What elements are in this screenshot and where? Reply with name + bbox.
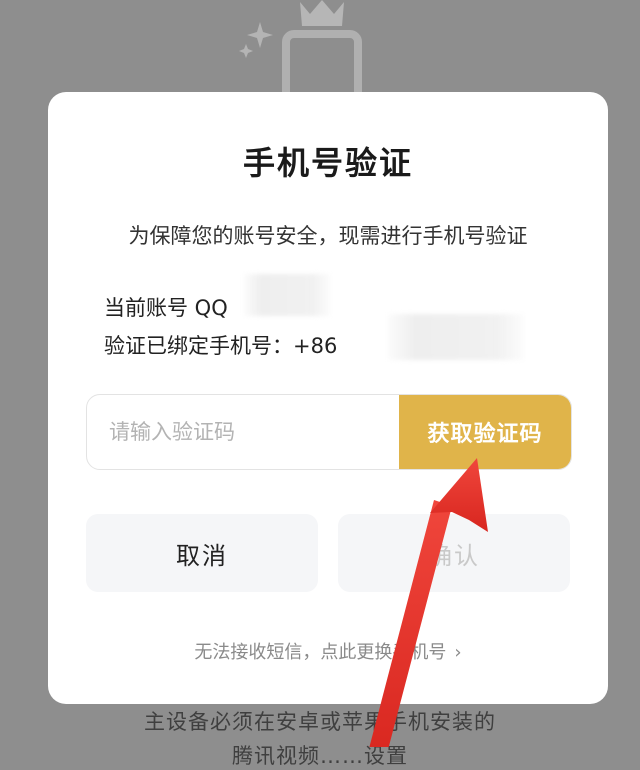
dialog-subtitle: 为保障您的账号安全，现需进行手机号验证 [128,224,528,248]
dialog-title: 手机号验证 [242,144,413,182]
verification-code-input[interactable] [87,395,399,469]
confirm-button[interactable]: 确认 [338,514,570,592]
cancel-button[interactable]: 取消 [86,514,318,592]
crown-icon [300,0,344,26]
chevron-right-icon: › [454,642,462,663]
verification-code-row: 获取验证码 [86,394,572,470]
account-redaction [244,274,330,316]
get-code-button[interactable]: 获取验证码 [399,395,571,469]
phone-redaction [388,314,524,360]
bound-phone-label: 验证已绑定手机号：+86 [104,334,338,358]
current-account-label: 当前账号 QQ [104,296,228,320]
change-phone-link[interactable]: 无法接收短信，点此更换手机号 › [48,638,608,664]
change-phone-label: 无法接收短信，点此更换手机号 [194,642,447,663]
background-footer-text: 主设备必须在安卓或苹果手机安装的 [144,710,496,734]
phone-verification-dialog: 手机号验证 为保障您的账号安全，现需进行手机号验证 当前账号 QQ 验证已绑定手… [48,92,608,704]
sparkle-icon [239,22,273,58]
background-footer-text-2: 腾讯视频……设置 [232,744,408,768]
